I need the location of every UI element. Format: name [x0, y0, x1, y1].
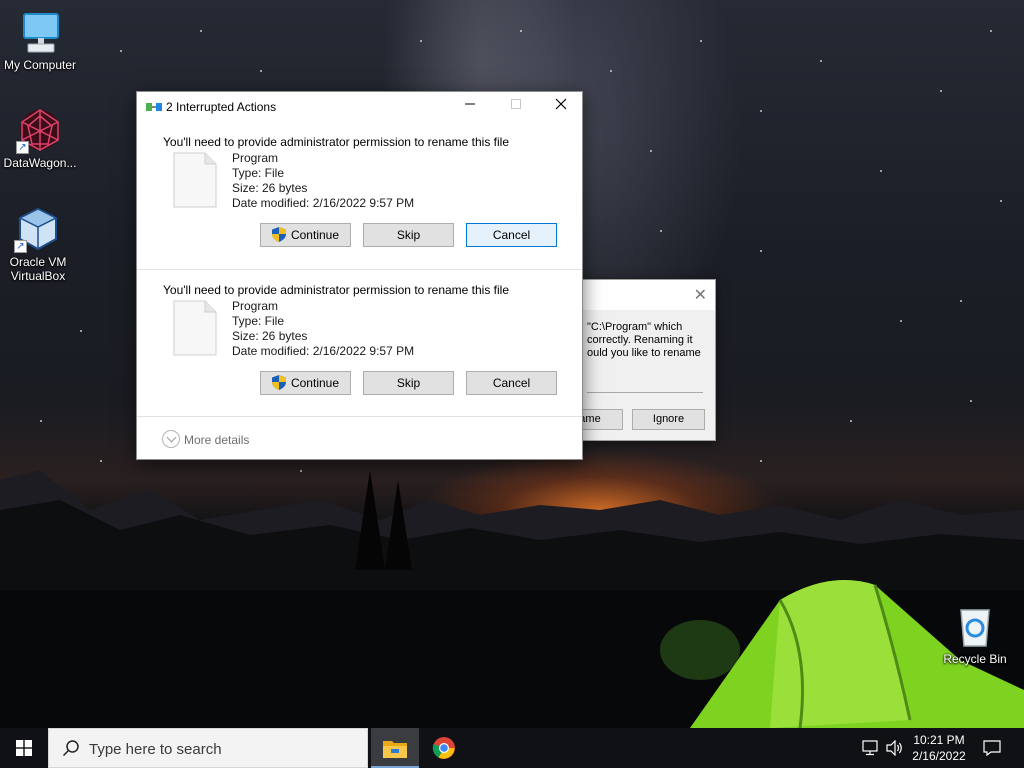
- virtualbox-icon: ↗: [14, 205, 62, 253]
- clock-time: 10:21 PM: [913, 733, 965, 747]
- file-info: Program Type: File Size: 26 bytes Date m…: [232, 151, 414, 211]
- close-icon: [555, 98, 567, 110]
- windows-logo-icon: [16, 740, 32, 756]
- shortcut-arrow-icon: ↗: [14, 240, 27, 253]
- desktop-icon-my-computer[interactable]: My Computer: [0, 8, 80, 72]
- desktop-icon-label: Oracle VM VirtualBox: [9, 255, 67, 283]
- file-type: Type: File: [232, 166, 285, 180]
- file-info: Program Type: File Size: 26 bytes Date m…: [232, 299, 414, 359]
- uac-shield-icon: [271, 227, 286, 242]
- datawagon-icon: ↗: [16, 106, 64, 154]
- file-transfer-icon: [146, 103, 162, 111]
- dialog-title: 2 Interrupted Actions: [166, 100, 277, 114]
- continue-button[interactable]: Continue: [260, 223, 351, 247]
- file-name: Program: [232, 299, 279, 313]
- recycle-bin-icon: [951, 602, 999, 650]
- file-icon: [173, 152, 217, 208]
- file-type: Type: File: [232, 314, 285, 328]
- start-button[interactable]: [0, 728, 48, 768]
- maximize-button: [493, 92, 539, 122]
- clock: 10:21 PM 2/16/2022: [900, 732, 978, 764]
- desktop-icon-virtualbox[interactable]: ↗ Oracle VM VirtualBox: [0, 205, 76, 283]
- more-details-toggle[interactable]: More details: [162, 430, 249, 450]
- desktop-icon-label: My Computer: [3, 58, 77, 72]
- cancel-button[interactable]: Cancel: [466, 223, 557, 247]
- desktop-icon-label: Recycle Bin: [943, 652, 1007, 666]
- taskbar-file-explorer[interactable]: [371, 728, 419, 768]
- taskbar: Type here to search 10:21 PM 2/16/2022: [0, 728, 1024, 768]
- maximize-icon: [511, 99, 521, 109]
- ignore-button[interactable]: Ignore: [632, 409, 705, 430]
- dialog-titlebar: 2 Interrupted Actions: [137, 92, 582, 122]
- desktop-icon-recycle-bin[interactable]: Recycle Bin: [935, 602, 1015, 666]
- file-date-modified: Date modified: 2/16/2022 9:57 PM: [232, 344, 415, 358]
- file-size: Size: 26 bytes: [232, 181, 308, 195]
- chrome-icon: [432, 737, 455, 759]
- close-icon[interactable]: ✕: [694, 285, 707, 305]
- file-explorer-icon: [383, 741, 407, 758]
- divider: [587, 392, 703, 393]
- skip-button[interactable]: Skip: [363, 371, 454, 395]
- continue-button[interactable]: Continue: [260, 371, 351, 395]
- computer-icon: [16, 8, 64, 56]
- chevron-down-icon: [162, 430, 180, 448]
- divider: [137, 416, 582, 417]
- uac-shield-icon: [271, 375, 286, 390]
- interrupted-actions-dialog[interactable]: 2 Interrupted Actions You'll need to pro…: [136, 91, 583, 460]
- conflict-heading: You'll need to provide administrator per…: [163, 283, 510, 297]
- action-center-button[interactable]: [980, 728, 1004, 768]
- network-icon: [862, 740, 878, 756]
- notification-icon: [983, 740, 1001, 756]
- shortcut-arrow-icon: ↗: [16, 141, 29, 154]
- taskbar-chrome[interactable]: [420, 728, 468, 768]
- file-date-modified: Date modified: 2/16/2022 9:57 PM: [232, 196, 415, 210]
- network-tray-button[interactable]: [860, 728, 882, 768]
- desktop-icon-datawagon[interactable]: ↗ DataWagon...: [0, 106, 80, 170]
- minimize-icon: [465, 103, 475, 105]
- file-name: Program: [232, 151, 279, 165]
- conflict-heading: You'll need to provide administrator per…: [163, 135, 510, 149]
- file-icon: [173, 300, 217, 356]
- divider: [137, 269, 582, 270]
- skip-button[interactable]: Skip: [363, 223, 454, 247]
- cancel-button[interactable]: Cancel: [466, 371, 557, 395]
- conflict-item: You'll need to provide administrator per…: [137, 135, 582, 283]
- clock-date: 2/16/2022: [912, 749, 966, 763]
- search-icon: [62, 740, 79, 757]
- continue-label: Continue: [290, 376, 340, 390]
- dialog-titlebar: ✕: [561, 280, 715, 310]
- search-placeholder: Type here to search: [89, 741, 222, 758]
- more-details-label: More details: [184, 433, 250, 447]
- rename-error-dialog[interactable]: ✕ "C:\Program" which correctly. Renaming…: [560, 279, 716, 441]
- dialog-message: "C:\Program" which correctly. Renaming i…: [587, 321, 701, 359]
- conflict-item: You'll need to provide administrator per…: [137, 283, 582, 431]
- desktop-icon-label: DataWagon...: [3, 156, 77, 170]
- close-button[interactable]: [538, 92, 584, 122]
- continue-label: Continue: [290, 228, 340, 242]
- minimize-button[interactable]: [447, 92, 493, 122]
- taskbar-search-box[interactable]: Type here to search: [48, 728, 368, 768]
- file-size: Size: 26 bytes: [232, 329, 308, 343]
